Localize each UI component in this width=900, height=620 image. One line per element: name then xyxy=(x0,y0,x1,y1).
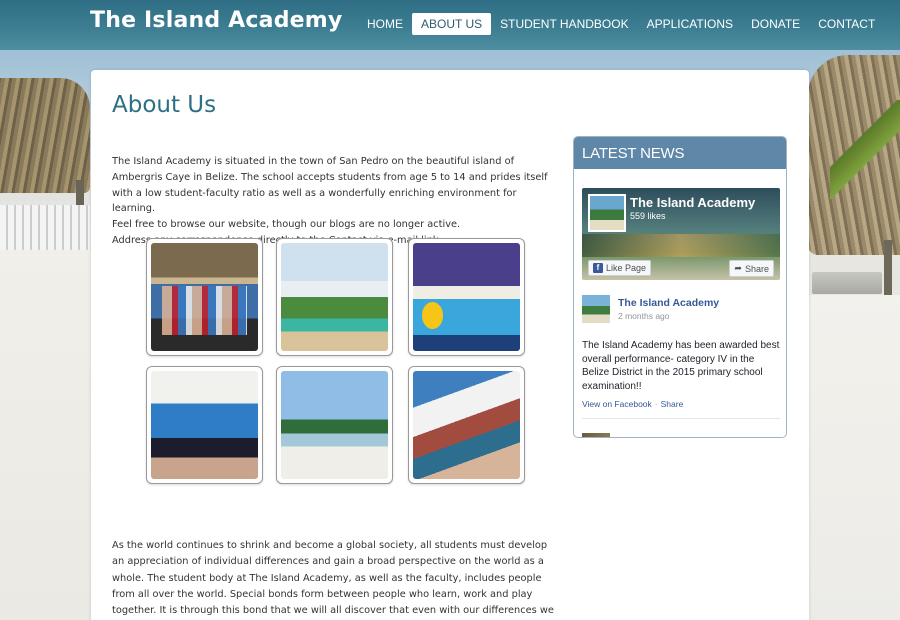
picnic-table xyxy=(812,272,882,294)
view-on-facebook-link[interactable]: View on Facebook xyxy=(582,399,652,409)
post-avatar[interactable] xyxy=(582,295,610,323)
facebook-likes-count: 559 likes xyxy=(630,211,666,221)
nav-donate[interactable]: DONATE xyxy=(742,13,809,35)
beach-palm-trees-photo xyxy=(281,371,388,479)
like-page-label: Like Page xyxy=(606,263,647,273)
post-author[interactable]: The Island Academy xyxy=(618,297,719,309)
school-building-photo xyxy=(281,243,388,351)
separator: · xyxy=(654,399,658,409)
facebook-page-name[interactable]: The Island Academy xyxy=(630,195,755,210)
post-body: The Island Academy has been awarded best… xyxy=(582,340,780,392)
facebook-icon: f xyxy=(593,263,603,273)
share-label: Share xyxy=(744,263,769,274)
students-at-table-photo xyxy=(413,371,520,479)
main-nav: HOME ABOUT US STUDENT HANDBOOK APPLICATI… xyxy=(358,13,884,35)
share-page-button[interactable]: ➦ Share xyxy=(729,260,774,277)
body-paragraph: As the world continues to shrink and bec… xyxy=(112,540,554,617)
facebook-page-banner[interactable]: The Island Academy 559 likes f Like Page… xyxy=(582,188,780,280)
content-card: About Us The Island Academy is situated … xyxy=(91,70,809,620)
school-sign-photo xyxy=(413,243,520,351)
gallery-thumb[interactable] xyxy=(276,238,393,356)
intro-text: The Island Academy is situated in the to… xyxy=(112,154,548,249)
nav-applications[interactable]: APPLICATIONS xyxy=(638,13,742,35)
next-post-avatar[interactable] xyxy=(582,433,610,437)
gallery-thumb[interactable] xyxy=(276,366,393,484)
gallery-thumb[interactable] xyxy=(408,366,525,484)
nav-home[interactable]: HOME xyxy=(358,13,412,35)
sand-left xyxy=(0,250,95,620)
like-page-button[interactable]: f Like Page xyxy=(588,260,652,276)
intro-paragraph: The Island Academy is situated in the to… xyxy=(112,156,548,215)
post-actions: View on Facebook · Share xyxy=(582,399,683,409)
latest-news-heading: LATEST NEWS xyxy=(574,137,786,169)
sand-right xyxy=(808,295,900,620)
palm-frond-right xyxy=(830,100,900,250)
white-fence xyxy=(0,205,90,250)
nav-student-handbook[interactable]: STUDENT HANDBOOK xyxy=(491,13,637,35)
gallery-thumb[interactable] xyxy=(146,366,263,484)
intro-paragraph: Feel free to browse our website, though … xyxy=(112,219,461,231)
share-arrow-icon: ➦ xyxy=(734,263,742,273)
site-title[interactable]: The Island Academy xyxy=(90,8,342,33)
gallery-thumb[interactable] xyxy=(408,238,525,356)
page-logo[interactable] xyxy=(588,194,626,232)
post-share-link[interactable]: Share xyxy=(661,399,684,409)
nav-contact[interactable]: CONTACT xyxy=(809,13,884,35)
post-divider xyxy=(582,418,780,419)
nav-about-us[interactable]: ABOUT US xyxy=(412,13,492,35)
thatched-hut-left xyxy=(0,78,90,193)
page-title: About Us xyxy=(112,92,217,118)
latest-news-widget: LATEST NEWS The Island Academy 559 likes… xyxy=(573,136,787,438)
gallery-thumb[interactable] xyxy=(146,238,263,356)
group-of-students-photo xyxy=(151,243,258,351)
site-header: The Island Academy HOME ABOUT US STUDENT… xyxy=(0,0,900,50)
post-timestamp[interactable]: 2 months ago xyxy=(618,311,670,321)
students-in-classroom-photo xyxy=(151,371,258,479)
